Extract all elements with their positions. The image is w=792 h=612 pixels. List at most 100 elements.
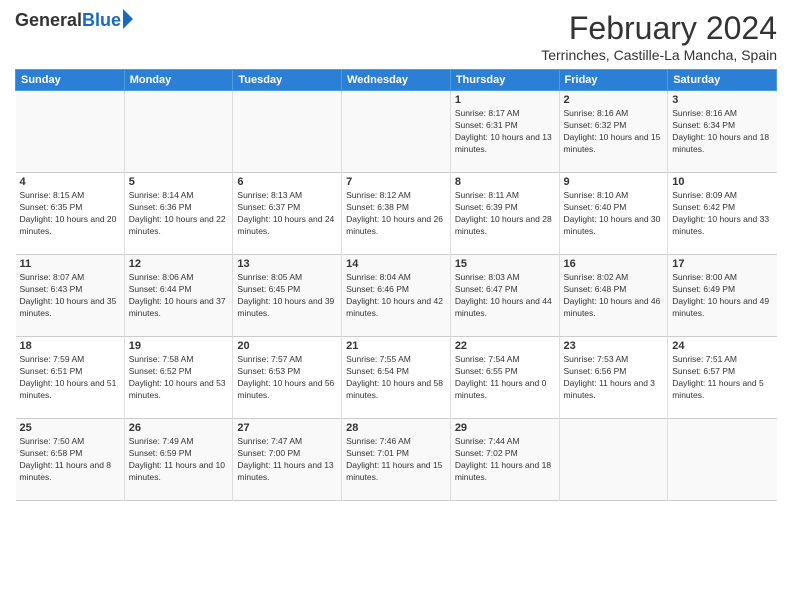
day-info: Sunrise: 8:10 AMSunset: 6:40 PMDaylight:… [564,190,664,238]
day-info: Sunrise: 7:53 AMSunset: 6:56 PMDaylight:… [564,354,664,402]
day-info: Sunrise: 8:09 AMSunset: 6:42 PMDaylight:… [672,190,772,238]
col-wednesday: Wednesday [342,70,451,91]
day-number: 23 [564,340,664,352]
day-number: 13 [237,258,337,270]
calendar-cell: 18Sunrise: 7:59 AMSunset: 6:51 PMDayligh… [16,337,125,419]
day-info: Sunrise: 8:00 AMSunset: 6:49 PMDaylight:… [672,272,772,320]
day-number: 7 [346,176,446,188]
calendar-cell: 28 Sunrise: 7:46 AMSunset: 7:01 PMDayligh… [342,419,451,501]
day-number: 4 [20,176,120,188]
calendar-cell [233,91,342,173]
calendar-cell: 16Sunrise: 8:02 AMSunset: 6:48 PMDayligh… [559,255,668,337]
day-info: Sunrise: 7:54 AMSunset: 6:55 PMDaylight:… [455,354,555,402]
calendar-cell: 23 Sunrise: 7:53 AMSunset: 6:56 PMDayligh… [559,337,668,419]
logo-triangle-icon [123,9,133,29]
calendar-cell: 3Sunrise: 8:16 AMSunset: 6:34 PMDaylight… [668,91,777,173]
day-info: Sunrise: 7:46 AMSunset: 7:01 PMDaylight:… [346,436,446,484]
day-number: 14 [346,258,446,270]
day-number: 2 [564,94,664,106]
day-number: 27 [237,422,337,434]
day-number: 3 [672,94,772,106]
calendar-cell: 26 Sunrise: 7:49 AMSunset: 6:59 PMDayligh… [124,419,233,501]
day-number: 15 [455,258,555,270]
calendar-table: Sunday Monday Tuesday Wednesday Thursday… [15,69,777,501]
calendar-cell: 1 Sunrise: 8:17 AMSunset: 6:31 PMDaylight… [450,91,559,173]
calendar-cell: 19 Sunrise: 7:58 AMSunset: 6:52 PMDayligh… [124,337,233,419]
day-number: 19 [129,340,229,352]
day-number: 11 [20,258,120,270]
day-info: Sunrise: 8:04 AMSunset: 6:46 PMDaylight:… [346,272,446,320]
calendar-cell: 13 Sunrise: 8:05 AMSunset: 6:45 PMDayligh… [233,255,342,337]
calendar-week-3: 11 Sunrise: 8:07 AMSunset: 6:43 PMDayligh… [16,255,777,337]
day-number: 17 [672,258,772,270]
calendar-cell: 17 Sunrise: 8:00 AMSunset: 6:49 PMDayligh… [668,255,777,337]
calendar-cell [342,91,451,173]
calendar-cell: 10 Sunrise: 8:09 AMSunset: 6:42 PMDayligh… [668,173,777,255]
calendar-week-4: 18Sunrise: 7:59 AMSunset: 6:51 PMDayligh… [16,337,777,419]
col-monday: Monday [124,70,233,91]
day-info: Sunrise: 7:51 AMSunset: 6:57 PMDaylight:… [672,354,772,402]
day-number: 29 [455,422,555,434]
calendar-week-1: 1 Sunrise: 8:17 AMSunset: 6:31 PMDaylight… [16,91,777,173]
day-info: Sunrise: 7:49 AMSunset: 6:59 PMDaylight:… [129,436,229,484]
col-sunday: Sunday [16,70,125,91]
calendar-cell: 27 Sunrise: 7:47 AMSunset: 7:00 PMDayligh… [233,419,342,501]
calendar-cell: 20Sunrise: 7:57 AMSunset: 6:53 PMDayligh… [233,337,342,419]
day-info: Sunrise: 7:50 AMSunset: 6:58 PMDaylight:… [20,436,120,484]
calendar-cell [559,419,668,501]
title-block: February 2024 Terrinches, Castille-La Ma… [541,10,777,63]
day-number: 8 [455,176,555,188]
day-info: Sunrise: 7:47 AMSunset: 7:00 PMDaylight:… [237,436,337,484]
day-number: 10 [672,176,772,188]
col-saturday: Saturday [668,70,777,91]
calendar-cell: 7Sunrise: 8:12 AMSunset: 6:38 PMDaylight… [342,173,451,255]
calendar-cell: 14 Sunrise: 8:04 AMSunset: 6:46 PMDayligh… [342,255,451,337]
day-info: Sunrise: 8:15 AMSunset: 6:35 PMDaylight:… [20,190,120,238]
col-thursday: Thursday [450,70,559,91]
location: Terrinches, Castille-La Mancha, Spain [541,47,777,63]
header-row: Sunday Monday Tuesday Wednesday Thursday… [16,70,777,91]
day-info: Sunrise: 7:44 AMSunset: 7:02 PMDaylight:… [455,436,555,484]
month-title: February 2024 [541,10,777,47]
calendar-cell: 29 Sunrise: 7:44 AMSunset: 7:02 PMDayligh… [450,419,559,501]
day-info: Sunrise: 8:16 AMSunset: 6:32 PMDaylight:… [564,108,664,156]
calendar-week-5: 25 Sunrise: 7:50 AMSunset: 6:58 PMDayligh… [16,419,777,501]
day-info: Sunrise: 8:03 AMSunset: 6:47 PMDaylight:… [455,272,555,320]
col-tuesday: Tuesday [233,70,342,91]
calendar-cell: 2 Sunrise: 8:16 AMSunset: 6:32 PMDaylight… [559,91,668,173]
day-info: Sunrise: 7:57 AMSunset: 6:53 PMDaylight:… [237,354,337,402]
calendar-week-2: 4 Sunrise: 8:15 AMSunset: 6:35 PMDaylight… [16,173,777,255]
day-number: 22 [455,340,555,352]
calendar-cell: 15 Sunrise: 8:03 AMSunset: 6:47 PMDayligh… [450,255,559,337]
calendar-cell: 6Sunrise: 8:13 AMSunset: 6:37 PMDaylight… [233,173,342,255]
day-number: 25 [20,422,120,434]
day-number: 21 [346,340,446,352]
col-friday: Friday [559,70,668,91]
day-info: Sunrise: 8:11 AMSunset: 6:39 PMDaylight:… [455,190,555,238]
calendar-cell: 22 Sunrise: 7:54 AMSunset: 6:55 PMDayligh… [450,337,559,419]
day-number: 6 [237,176,337,188]
header: GeneralBlue February 2024 Terrinches, Ca… [15,10,777,63]
day-info: Sunrise: 8:07 AMSunset: 6:43 PMDaylight:… [20,272,120,320]
logo-blue: Blue [82,10,121,31]
day-info: Sunrise: 7:59 AMSunset: 6:51 PMDaylight:… [20,354,120,402]
day-info: Sunrise: 8:06 AMSunset: 6:44 PMDaylight:… [129,272,229,320]
day-info: Sunrise: 8:05 AMSunset: 6:45 PMDaylight:… [237,272,337,320]
calendar-cell [16,91,125,173]
page: GeneralBlue February 2024 Terrinches, Ca… [0,0,792,612]
day-number: 28 [346,422,446,434]
day-number: 1 [455,94,555,106]
day-number: 9 [564,176,664,188]
day-info: Sunrise: 7:55 AMSunset: 6:54 PMDaylight:… [346,354,446,402]
day-number: 24 [672,340,772,352]
day-info: Sunrise: 8:02 AMSunset: 6:48 PMDaylight:… [564,272,664,320]
calendar-cell: 5Sunrise: 8:14 AMSunset: 6:36 PMDaylight… [124,173,233,255]
day-info: Sunrise: 7:58 AMSunset: 6:52 PMDaylight:… [129,354,229,402]
day-number: 26 [129,422,229,434]
day-number: 12 [129,258,229,270]
calendar-cell: 8 Sunrise: 8:11 AMSunset: 6:39 PMDaylight… [450,173,559,255]
calendar-cell: 11 Sunrise: 8:07 AMSunset: 6:43 PMDayligh… [16,255,125,337]
calendar-cell [124,91,233,173]
day-info: Sunrise: 8:17 AMSunset: 6:31 PMDaylight:… [455,108,555,156]
calendar-cell: 25 Sunrise: 7:50 AMSunset: 6:58 PMDayligh… [16,419,125,501]
